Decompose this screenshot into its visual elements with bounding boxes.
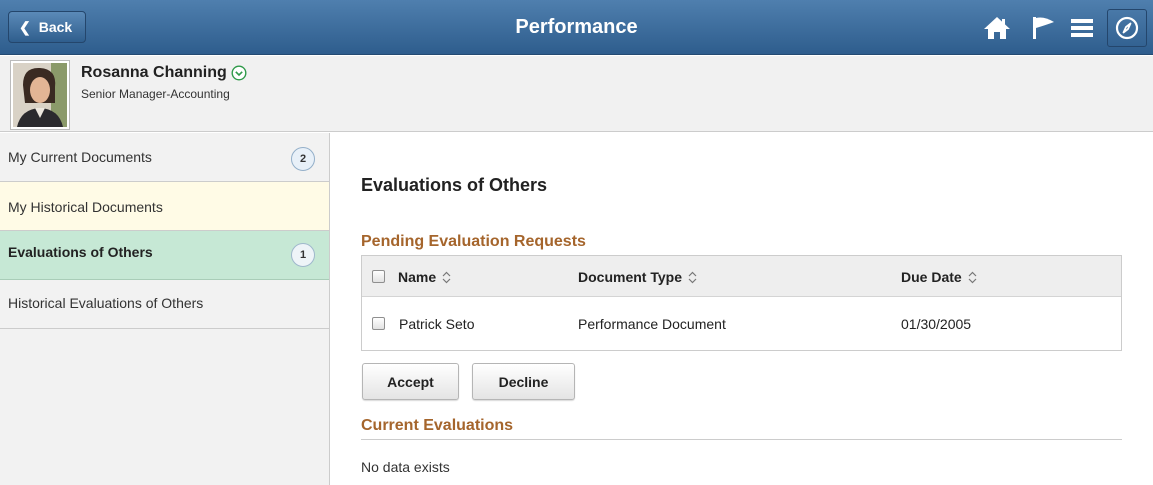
count-badge: 1 (291, 243, 315, 267)
pending-requests-title: Pending Evaluation Requests (361, 233, 586, 250)
sidebar-item-label: My Current Documents (8, 149, 152, 165)
column-header-label: Document Type (578, 269, 682, 285)
count-badge: 2 (291, 147, 315, 171)
select-all-checkbox[interactable] (372, 270, 385, 283)
grid-header-row: Name Document Type Due Date (362, 256, 1121, 297)
sort-icon (442, 271, 451, 283)
sidebar-item-label: Historical Evaluations of Others (8, 295, 204, 311)
compass-icon (1115, 16, 1139, 40)
sort-icon (688, 271, 697, 283)
sidebar-item-label: Evaluations of Others (8, 244, 153, 260)
left-panel: My Current Documents 2 My Historical Doc… (0, 133, 330, 485)
page-title: Performance (515, 16, 638, 38)
back-button-label: Back (38, 19, 73, 35)
decline-button[interactable]: Decline (472, 363, 575, 400)
main-title: Evaluations of Others (361, 175, 548, 195)
employee-photo (10, 60, 70, 130)
employee-name: Rosanna Channing (81, 64, 247, 82)
section-divider (361, 439, 1122, 440)
back-button[interactable]: ❮ Back (8, 11, 86, 43)
column-header-due-date[interactable]: Due Date (901, 269, 977, 285)
row-document-type-cell: Performance Document (578, 316, 726, 332)
header-bar: ❮ Back Performance (0, 0, 1153, 55)
related-actions-chevron-icon[interactable] (231, 65, 247, 81)
current-evaluations-title: Current Evaluations (361, 417, 514, 434)
sidebar-item-label: My Historical Documents (8, 199, 163, 215)
sort-icon (968, 271, 977, 283)
column-header-label: Due Date (901, 269, 962, 285)
row-due-date-cell: 01/30/2005 (901, 316, 972, 332)
home-icon[interactable] (983, 14, 1011, 42)
sidebar-item-historical-evaluations-of-others[interactable]: Historical Evaluations of Others (0, 280, 329, 329)
pending-requests-grid: Name Document Type Due Date Patrick Seto… (361, 255, 1122, 351)
table-row: Patrick Seto Performance Document 01/30/… (362, 298, 1121, 350)
hamburger-menu-icon[interactable] (1068, 14, 1096, 42)
no-data-message: No data exists (361, 459, 450, 475)
row-select-checkbox[interactable] (372, 317, 385, 330)
column-header-name[interactable]: Name (398, 269, 451, 285)
sidebar-item-my-current-documents[interactable]: My Current Documents 2 (0, 133, 329, 182)
sidebar-item-evaluations-of-others[interactable]: Evaluations of Others 1 (0, 231, 329, 280)
sidebar-item-my-historical-documents[interactable]: My Historical Documents (0, 182, 329, 231)
row-name-cell: Patrick Seto (399, 316, 475, 332)
employee-name-text: Rosanna Channing (81, 64, 227, 81)
column-header-document-type[interactable]: Document Type (578, 269, 697, 285)
flag-icon[interactable] (1030, 14, 1058, 42)
navbar-button[interactable] (1107, 9, 1147, 47)
chevron-left-icon: ❮ (19, 19, 31, 35)
employee-job-title: Senior Manager-Accounting (81, 87, 230, 101)
employee-banner: Rosanna Channing Senior Manager-Accounti… (0, 56, 1153, 132)
column-header-label: Name (398, 269, 437, 285)
accept-button[interactable]: Accept (362, 363, 459, 400)
